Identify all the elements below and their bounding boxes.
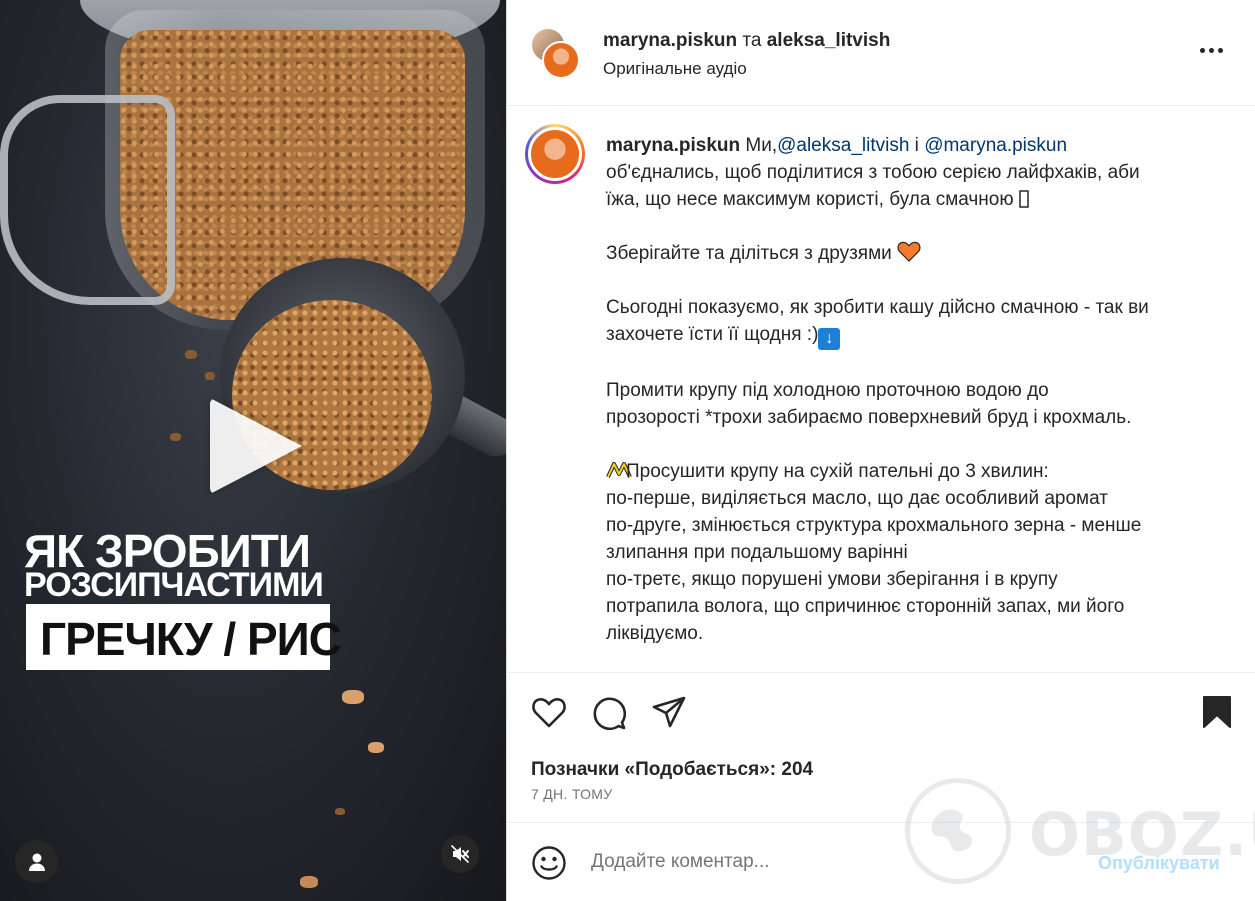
author-names: maryna.piskun та aleksa_litvish <box>603 30 890 52</box>
caption-line: по-друге, змінюється структура крохмальн… <box>606 515 1142 536</box>
caption-text: maryna.piskun Ми,@aleksa_litvish і @mary… <box>606 132 1226 647</box>
mute-button[interactable] <box>441 835 479 873</box>
caption-line: злипання при подальшому варінні <box>606 542 908 563</box>
caption-author-link[interactable]: maryna.piskun <box>606 135 740 156</box>
joiner-text: та <box>742 30 762 51</box>
avatar <box>542 41 580 79</box>
bookmark-icon[interactable] <box>1202 695 1232 729</box>
caption-line: Промити крупу під холодною проточною вод… <box>606 380 1049 401</box>
caption-author-avatar[interactable] <box>525 124 585 184</box>
caption-line: ліквідуємо. <box>606 623 704 644</box>
collab-avatars[interactable] <box>530 27 582 79</box>
play-icon[interactable] <box>210 398 302 494</box>
user-icon <box>28 853 45 871</box>
yellow-m-icon <box>606 460 632 480</box>
caption-line: об'єднались, щоб поділитися з тобою сері… <box>606 162 1140 183</box>
caption-line: Сьогодні показуємо, як зробити кашу дійс… <box>606 297 1149 318</box>
grain-decor <box>342 690 364 704</box>
mention-link[interactable]: @maryna.piskun <box>924 135 1067 156</box>
overlay-title-line2: РОЗСИПЧАСТИМИ <box>24 566 324 604</box>
caption-line: захочете їсти її щодня :) <box>606 324 819 345</box>
emoji-picker-icon[interactable] <box>531 845 567 881</box>
grain-decor <box>205 372 215 380</box>
down-arrow-icon: ↓ <box>818 328 841 350</box>
caption-text-part: Ми, <box>740 135 778 156</box>
grain-decor <box>170 433 181 441</box>
more-options-button[interactable] <box>1200 40 1228 60</box>
caption-text-part: і <box>909 135 925 156</box>
share-icon[interactable] <box>651 695 687 729</box>
heart-icon[interactable] <box>531 695 567 729</box>
author-username-link[interactable]: maryna.piskun <box>603 30 737 51</box>
overlay-title-line3: ГРЕЧКУ / РИС <box>40 613 342 665</box>
comment-icon[interactable] <box>591 695 627 731</box>
dot-icon <box>1218 47 1223 53</box>
jar-clamp-image <box>0 95 175 305</box>
caption-line: потрапила волога, що спричинює сторонній… <box>606 596 1125 617</box>
grain-decor <box>185 350 197 359</box>
post-timestamp[interactable]: 7 ДН. ТОМУ <box>531 786 612 802</box>
dot-icon <box>1209 47 1214 53</box>
collaborator-username-link[interactable]: aleksa_litvish <box>767 30 891 51</box>
grain-decor <box>335 808 345 815</box>
caption-line: прозорості *трохи забираємо поверхневий … <box>606 407 1132 428</box>
caption-section: maryna.piskun Ми,@aleksa_litvish і @mary… <box>507 106 1255 672</box>
audio-link[interactable]: Оригінальне аудіо <box>603 59 747 79</box>
caption-line: Просушити крупу на сухій пательні до 3 х… <box>626 461 1049 482</box>
mention-link[interactable]: @aleksa_litvish <box>777 135 909 156</box>
orange-heart-icon <box>897 240 921 262</box>
emoji-icon <box>1019 189 1039 209</box>
watermark-text: OBOZ.UA <box>1029 800 1255 870</box>
grain-decor <box>300 876 318 888</box>
watermark: OBOZ.UA <box>905 778 1255 888</box>
caption-line: по-третє, якщо порушені умови зберігання… <box>606 569 1058 590</box>
post-details-panel: maryna.piskun та aleksa_litvish Оригінал… <box>506 0 1255 901</box>
caption-line: їжа, що несе максимум користі, була смач… <box>606 189 1014 210</box>
globe-logo-icon <box>905 778 1011 884</box>
tagged-users-button[interactable] <box>15 840 58 883</box>
speaker-muted-icon <box>451 845 469 863</box>
dot-icon <box>1200 47 1205 53</box>
post-header: maryna.piskun та aleksa_litvish Оригінал… <box>507 0 1255 106</box>
caption-line: по-перше, виділяється масло, що дає особ… <box>606 488 1108 509</box>
grain-decor <box>368 742 384 753</box>
reel-video[interactable]: ЯК ЗРОБИТИ РОЗСИПЧАСТИМИ ГРЕЧКУ / РИС <box>0 0 506 901</box>
likes-count[interactable]: Позначки «Подобається»: 204 <box>531 759 813 781</box>
caption-line: Зберігайте та діліться з друзями <box>606 243 892 264</box>
